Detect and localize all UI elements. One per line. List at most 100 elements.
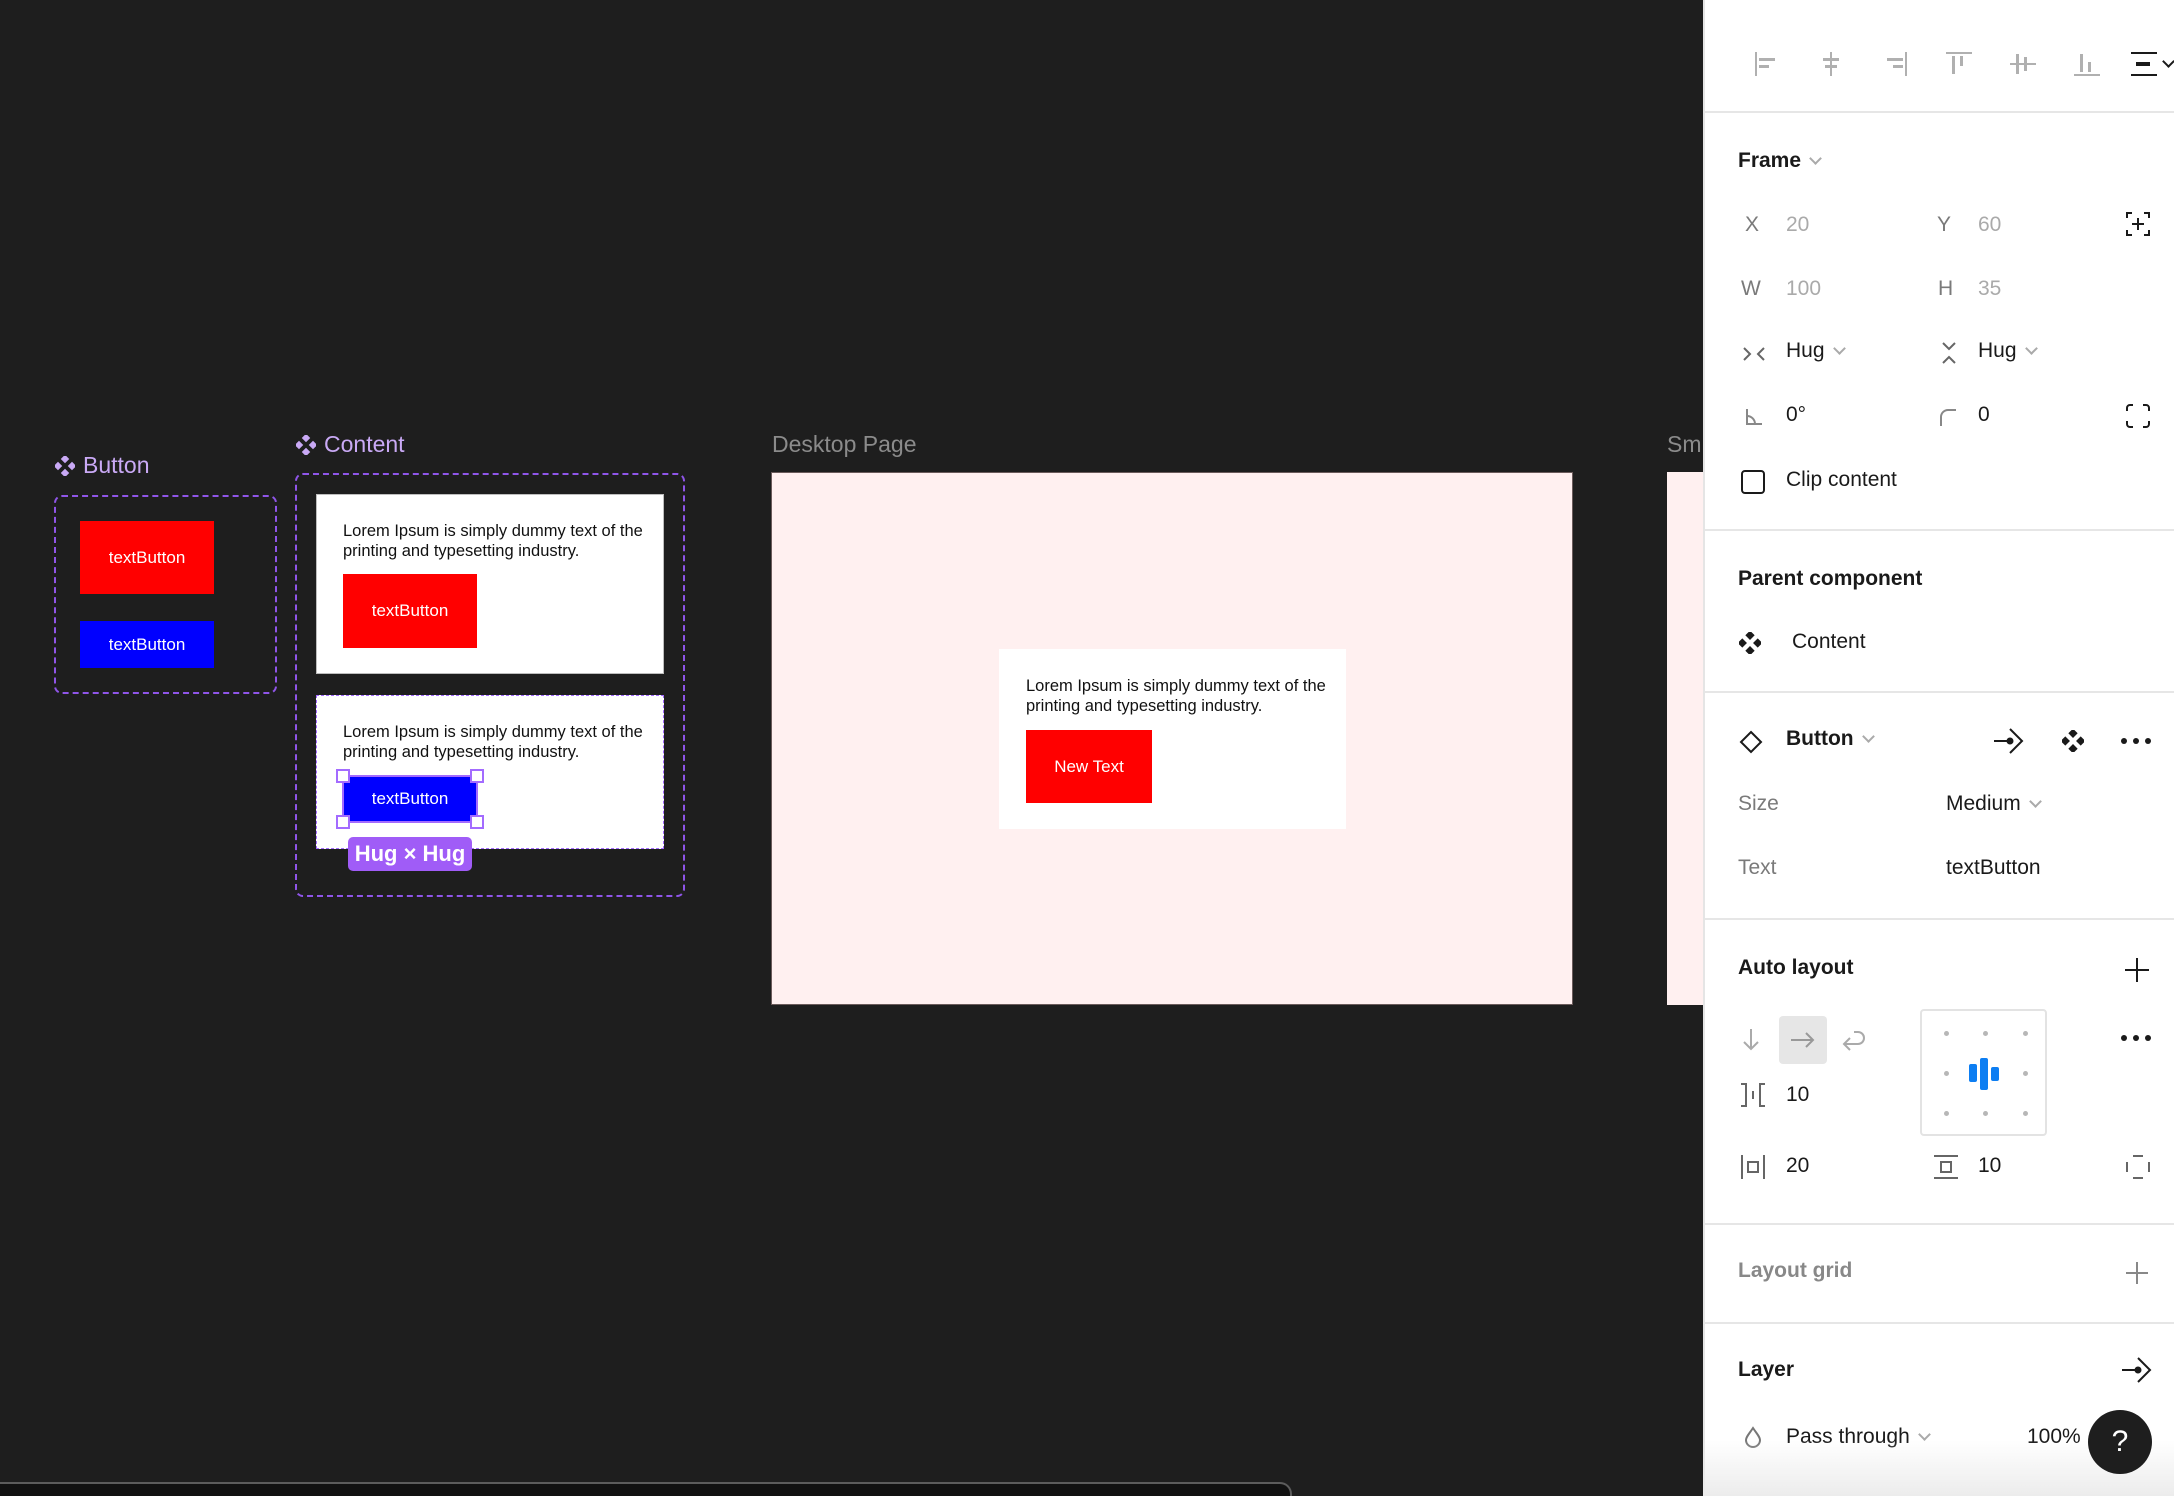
frame-label-small[interactable]: Sm	[1667, 431, 1702, 458]
clip-content-label[interactable]: Clip content	[1786, 468, 1897, 492]
align-bottom-icon[interactable]	[2055, 44, 2119, 84]
chevron-down-icon	[1832, 341, 1846, 355]
alignment-grid[interactable]	[1920, 1009, 2047, 1136]
rotation-input[interactable]: 0°	[1786, 403, 1806, 427]
component-icon	[55, 455, 75, 476]
individual-padding-icon[interactable]	[2123, 1152, 2153, 1182]
x-label: X	[1745, 213, 1760, 236]
chevron-down-icon	[1917, 1427, 1931, 1441]
distribute-icon[interactable]	[2119, 44, 2174, 84]
chevron-down-icon	[1809, 151, 1822, 165]
more-options-icon[interactable]	[2119, 727, 2153, 755]
body-text: Lorem Ipsum is simply dummy text of the …	[343, 723, 643, 761]
y-label: Y	[1937, 213, 1952, 236]
small-page-frame[interactable]	[1667, 472, 1703, 1005]
align-horizontal-center-icon[interactable]	[1799, 44, 1863, 84]
horizontal-scrollbar[interactable]	[0, 1482, 1292, 1496]
height-mode-dropdown[interactable]: Hug	[1978, 339, 2038, 363]
gap-icon	[1738, 1080, 1768, 1110]
text-prop-input[interactable]: textButton	[1946, 856, 2041, 880]
button-variant-red[interactable]: textButton	[80, 521, 214, 594]
h-label: H	[1938, 277, 1954, 300]
size-prop-label: Size	[1738, 792, 1779, 815]
width-mode-dropdown[interactable]: Hug	[1786, 339, 1846, 363]
content-button-blue-selected[interactable]: textButton	[342, 775, 478, 823]
resize-handle-top-right[interactable]	[470, 769, 484, 783]
canvas[interactable]: Button textButton textButton Content Lor…	[0, 0, 1703, 1496]
horizontal-padding-input[interactable]: 20	[1786, 1154, 1809, 1178]
chevron-down-icon	[2028, 794, 2042, 808]
go-to-component-icon[interactable]	[2119, 1354, 2155, 1386]
help-button[interactable]: ?	[2088, 1410, 2152, 1474]
component-label-content[interactable]: Content	[296, 431, 405, 458]
h-input[interactable]: 35	[1978, 277, 2001, 301]
rotation-icon	[1742, 405, 1766, 429]
blend-mode-dropdown[interactable]: Pass through	[1786, 1425, 1931, 1449]
chevron-down-icon	[2161, 54, 2174, 68]
new-text-button[interactable]: New Text	[1026, 730, 1152, 803]
instance-icon	[1738, 729, 1764, 755]
auto-layout-more-icon[interactable]	[2119, 1024, 2153, 1052]
direction-vertical-icon[interactable]	[1733, 1016, 1769, 1064]
align-center-indicator-icon	[1969, 1058, 1999, 1090]
body-text: Lorem Ipsum is simply dummy text of the …	[1026, 677, 1326, 715]
button-variant-blue[interactable]: textButton	[80, 621, 214, 668]
resize-handle-bottom-left[interactable]	[336, 815, 350, 829]
x-input[interactable]: 20	[1786, 213, 1809, 237]
chevron-down-icon	[2024, 341, 2038, 355]
alignment-section	[1705, 0, 2174, 113]
corner-radius-icon	[1936, 405, 1960, 429]
y-input[interactable]: 60	[1978, 213, 2001, 237]
width-hug-icon	[1741, 341, 1767, 367]
component-icon	[296, 434, 316, 455]
size-badge: Hug × Hug	[348, 837, 472, 871]
independent-corners-icon[interactable]	[2123, 401, 2153, 431]
size-prop-dropdown[interactable]: Medium	[1946, 792, 2042, 816]
blend-mode-icon	[1741, 1424, 1765, 1450]
add-icon[interactable]	[2121, 954, 2153, 986]
desktop-content-card[interactable]: Lorem Ipsum is simply dummy text of the …	[999, 649, 1346, 829]
clip-content-checkbox[interactable]	[1740, 469, 1766, 495]
add-layout-grid-icon[interactable]	[2121, 1257, 2153, 1289]
layout-grid-section: Layout grid	[1705, 1225, 2174, 1324]
resize-handle-top-left[interactable]	[336, 769, 350, 783]
align-vertical-center-icon[interactable]	[1991, 44, 2055, 84]
frame-label-desktop-page[interactable]: Desktop Page	[772, 431, 916, 458]
go-to-main-component-icon[interactable]	[1991, 725, 2027, 757]
layer-title: Layer	[1738, 1358, 1795, 1381]
text-prop-label: Text	[1738, 856, 1777, 879]
parent-component-section: Parent component Content	[1705, 531, 2174, 693]
content-button-red[interactable]: textButton	[343, 574, 477, 648]
component-label-button[interactable]: Button	[55, 452, 150, 479]
absolute-position-icon[interactable]	[2123, 209, 2153, 239]
resize-handle-bottom-right[interactable]	[470, 815, 484, 829]
content-variant-1[interactable]: Lorem Ipsum is simply dummy text of the …	[316, 494, 664, 674]
wrap-icon[interactable]	[1829, 1016, 1877, 1064]
align-left-icon[interactable]	[1735, 44, 1799, 84]
component-icon[interactable]	[2059, 727, 2087, 755]
body-text: Lorem Ipsum is simply dummy text of the …	[343, 522, 643, 560]
w-input[interactable]: 100	[1786, 277, 1821, 301]
frame-title[interactable]: Frame	[1738, 149, 1822, 173]
direction-horizontal-icon[interactable]	[1779, 1016, 1827, 1064]
gap-input[interactable]: 10	[1786, 1083, 1809, 1107]
layout-grid-title: Layout grid	[1738, 1259, 1853, 1282]
desktop-page-frame[interactable]: Lorem Ipsum is simply dummy text of the …	[771, 472, 1573, 1005]
height-hug-icon	[1936, 339, 1962, 367]
w-label: W	[1741, 277, 1761, 300]
chevron-down-icon	[1861, 729, 1875, 743]
instance-section: Button Size Medium Text textButton	[1705, 693, 2174, 920]
vertical-padding-icon	[1931, 1152, 1961, 1182]
vertical-padding-input[interactable]: 10	[1978, 1154, 2001, 1178]
content-variant-2[interactable]: Lorem Ipsum is simply dummy text of the …	[316, 695, 664, 849]
instance-name-dropdown[interactable]: Button	[1786, 727, 1875, 751]
corner-radius-input[interactable]: 0	[1978, 403, 1990, 427]
auto-layout-title: Auto layout	[1738, 956, 1854, 979]
opacity-input[interactable]: 100%	[2027, 1425, 2081, 1449]
layer-section: Layer Pass through 100%	[1705, 1324, 2174, 1496]
component-icon	[1738, 631, 1762, 655]
align-right-icon[interactable]	[1863, 44, 1927, 84]
align-top-icon[interactable]	[1927, 44, 1991, 84]
frame-section: Frame X 20 Y 60 W 100 H 35 Hug Hug 0° 0 …	[1705, 113, 2174, 531]
parent-component-link[interactable]: Content	[1792, 630, 1866, 654]
